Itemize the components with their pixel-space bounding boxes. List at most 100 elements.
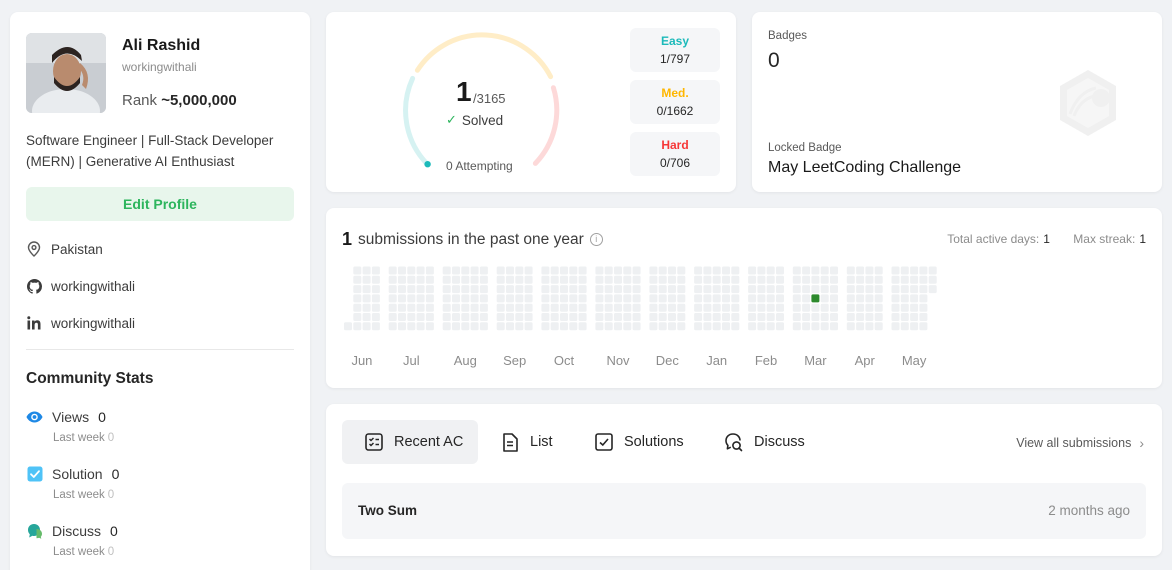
heatmap-cell[interactable]: [792, 313, 801, 321]
heatmap-cell[interactable]: [811, 313, 820, 321]
heatmap-cell[interactable]: [900, 275, 909, 284]
heatmap-cell[interactable]: [668, 303, 676, 312]
heatmap-cell[interactable]: [830, 322, 838, 331]
heatmap-cell[interactable]: [802, 275, 811, 284]
heatmap-cell[interactable]: [344, 322, 352, 331]
heatmap-cell[interactable]: [388, 285, 397, 294]
heatmap-cell[interactable]: [604, 322, 613, 331]
heatmap-cell[interactable]: [362, 322, 371, 331]
heatmap-cell[interactable]: [604, 294, 613, 303]
heatmap-cell[interactable]: [632, 322, 641, 331]
heatmap-cell[interactable]: [694, 313, 703, 321]
heatmap-cell[interactable]: [569, 303, 578, 312]
heatmap-cell[interactable]: [694, 303, 703, 312]
heatmap-cell-active[interactable]: [811, 294, 820, 303]
heatmap-cell[interactable]: [452, 294, 460, 303]
heatmap-cell[interactable]: [604, 303, 613, 312]
heatmap-cell[interactable]: [792, 294, 801, 303]
heatmap-cell[interactable]: [677, 322, 686, 331]
heatmap-cell[interactable]: [362, 285, 371, 294]
heatmap-cell[interactable]: [712, 294, 721, 303]
heatmap-cell[interactable]: [398, 285, 406, 294]
heatmap-cell[interactable]: [461, 275, 470, 284]
heatmap-cell[interactable]: [865, 294, 874, 303]
heatmap-cell[interactable]: [407, 285, 416, 294]
heatmap-cell[interactable]: [442, 322, 451, 331]
heatmap-cell[interactable]: [452, 275, 460, 284]
heatmap-cell[interactable]: [802, 303, 811, 312]
heatmap-cell[interactable]: [595, 313, 604, 321]
heatmap-cell[interactable]: [425, 285, 434, 294]
heatmap-cell[interactable]: [703, 285, 712, 294]
heatmap-cell[interactable]: [649, 275, 658, 284]
heatmap-cell[interactable]: [748, 266, 757, 275]
heatmap-cell[interactable]: [865, 303, 874, 312]
heatmap-cell[interactable]: [910, 285, 919, 294]
heatmap-cell[interactable]: [371, 285, 380, 294]
heatmap-cell[interactable]: [865, 285, 874, 294]
heatmap-cell[interactable]: [919, 275, 928, 284]
heatmap-cell[interactable]: [362, 303, 371, 312]
heatmap-cell[interactable]: [802, 313, 811, 321]
heatmap-cell[interactable]: [461, 294, 470, 303]
heatmap-cell[interactable]: [802, 322, 811, 331]
heatmap-cell[interactable]: [362, 294, 371, 303]
heatmap-cell[interactable]: [891, 275, 900, 284]
heatmap-cell[interactable]: [506, 322, 514, 331]
heatmap-cell[interactable]: [694, 294, 703, 303]
heatmap-cell[interactable]: [442, 313, 451, 321]
heatmap-cell[interactable]: [416, 303, 425, 312]
heatmap-cell[interactable]: [792, 303, 801, 312]
heatmap-cell[interactable]: [541, 313, 550, 321]
heatmap-cell[interactable]: [442, 294, 451, 303]
recent-ac-item[interactable]: Two Sum 2 months ago: [342, 483, 1146, 539]
heatmap-cell[interactable]: [776, 322, 784, 331]
heatmap-cell[interactable]: [722, 322, 730, 331]
heatmap-cell[interactable]: [712, 322, 721, 331]
heatmap-cell[interactable]: [353, 313, 362, 321]
github-row[interactable]: workingwithali: [26, 276, 135, 296]
heatmap-cell[interactable]: [578, 313, 587, 321]
heatmap-cell[interactable]: [694, 322, 703, 331]
heatmap-cell[interactable]: [470, 275, 479, 284]
heatmap-cell[interactable]: [425, 303, 434, 312]
heatmap-cell[interactable]: [398, 266, 406, 275]
heatmap-cell[interactable]: [362, 266, 371, 275]
heatmap-cell[interactable]: [731, 285, 740, 294]
heatmap-cell[interactable]: [748, 313, 757, 321]
heatmap-cell[interactable]: [470, 294, 479, 303]
heatmap-cell[interactable]: [496, 313, 505, 321]
heatmap-cell[interactable]: [515, 285, 524, 294]
heatmap-cell[interactable]: [515, 322, 524, 331]
heatmap-cell[interactable]: [578, 322, 587, 331]
heatmap-cell[interactable]: [712, 303, 721, 312]
heatmap-cell[interactable]: [900, 266, 909, 275]
heatmap-cell[interactable]: [407, 294, 416, 303]
heatmap-cell[interactable]: [856, 285, 865, 294]
heatmap-cell[interactable]: [900, 313, 909, 321]
edit-profile-button[interactable]: Edit Profile: [26, 187, 294, 221]
heatmap-cell[interactable]: [900, 294, 909, 303]
heatmap-cell[interactable]: [560, 266, 568, 275]
heatmap-cell[interactable]: [712, 266, 721, 275]
avatar[interactable]: [26, 33, 106, 113]
heatmap-cell[interactable]: [614, 266, 622, 275]
heatmap-cell[interactable]: [353, 266, 362, 275]
heatmap-cell[interactable]: [362, 313, 371, 321]
heatmap-cell[interactable]: [731, 322, 740, 331]
heatmap-cell[interactable]: [524, 285, 533, 294]
heatmap-cell[interactable]: [614, 285, 622, 294]
heatmap-cell[interactable]: [792, 322, 801, 331]
heatmap-cell[interactable]: [398, 313, 406, 321]
heatmap-cell[interactable]: [830, 266, 838, 275]
heatmap-cell[interactable]: [658, 266, 667, 275]
heatmap-cell[interactable]: [856, 266, 865, 275]
heatmap-cell[interactable]: [802, 285, 811, 294]
heatmap-cell[interactable]: [506, 285, 514, 294]
heatmap-cell[interactable]: [569, 275, 578, 284]
heatmap-cell[interactable]: [623, 275, 632, 284]
heatmap-cell[interactable]: [479, 285, 488, 294]
heatmap-cell[interactable]: [874, 322, 883, 331]
heatmap-cell[interactable]: [353, 285, 362, 294]
heatmap-cell[interactable]: [595, 275, 604, 284]
